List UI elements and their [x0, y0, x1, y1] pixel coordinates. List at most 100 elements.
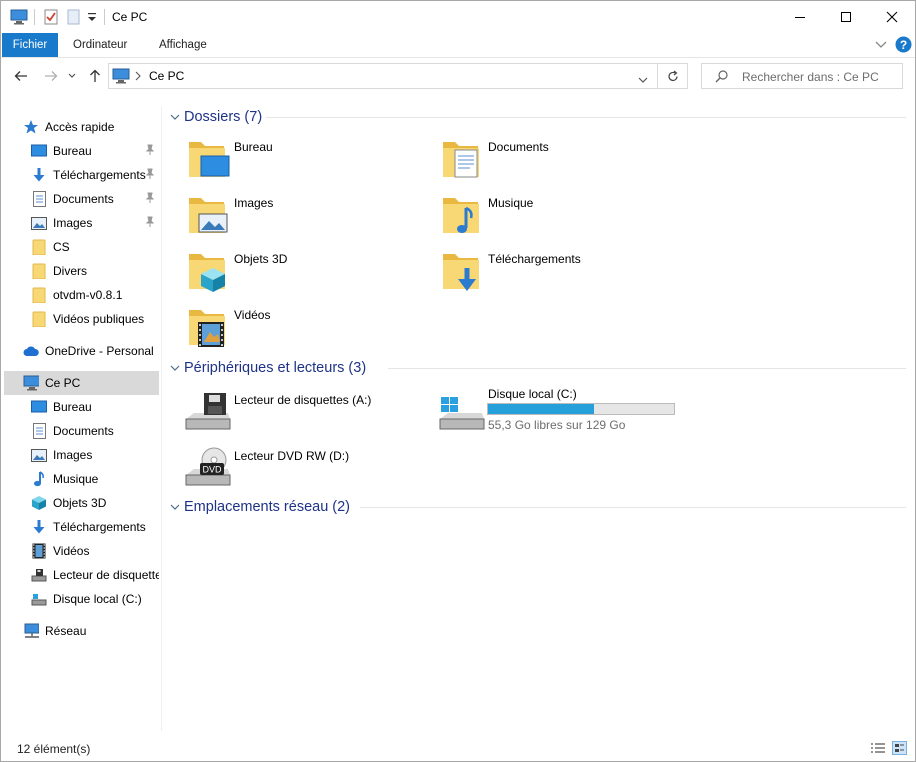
sidebar-item-lecteur-disquettes[interactable]: Lecteur de disquettes (A:)	[31, 563, 159, 587]
chevron-down-icon	[170, 500, 182, 514]
title-divider	[34, 9, 35, 25]
pin-icon[interactable]	[144, 144, 156, 159]
recent-locations-button[interactable]	[65, 66, 79, 86]
group-title: Dossiers (7)	[184, 109, 263, 125]
tab-ordinateur[interactable]: Ordinateur	[73, 33, 127, 57]
svg-text:?: ?	[900, 38, 907, 52]
search-box[interactable]: Rechercher dans : Ce PC	[701, 63, 903, 89]
title-divider	[104, 9, 105, 25]
pin-icon[interactable]	[144, 168, 156, 183]
sidebar-item-onedrive[interactable]: OneDrive - Personal	[23, 339, 159, 363]
drive-usage-fill	[488, 404, 595, 414]
back-button[interactable]	[11, 66, 31, 86]
group-header-peripheriques[interactable]: Périphériques et lecteurs (3)	[170, 357, 910, 379]
sidebar-item-videos[interactable]: Vidéos	[31, 539, 159, 563]
sidebar-item-bureau-pinned[interactable]: Bureau	[31, 139, 159, 163]
tab-affichage[interactable]: Affichage	[159, 33, 207, 57]
properties-check-icon[interactable]	[43, 9, 59, 28]
sidebar-item-telechargements[interactable]: Téléchargements	[31, 515, 159, 539]
sidebar-item-otvdm[interactable]: otvdm-v0.8.1	[31, 283, 159, 307]
picture-icon	[31, 215, 47, 231]
quick-access-dropdown-icon[interactable]	[87, 11, 97, 26]
folder-tile-telechargements[interactable]: Téléchargements	[438, 248, 688, 298]
hard-drive-icon	[31, 591, 47, 607]
sidebar-item-bureau[interactable]: Bureau	[31, 395, 159, 419]
downloads-folder-icon	[443, 254, 479, 291]
document-icon	[31, 423, 47, 439]
folder-icon	[31, 311, 47, 327]
maximize-button[interactable]	[823, 1, 869, 33]
sidebar-item-cs[interactable]: CS	[31, 235, 159, 259]
chevron-down-icon	[68, 73, 76, 78]
chevron-down-icon	[170, 110, 182, 124]
close-button[interactable]	[869, 1, 915, 33]
dvd-drive-icon: DVD	[185, 447, 231, 486]
computer-icon[interactable]	[10, 9, 28, 28]
film-icon	[31, 543, 47, 559]
folder-tile-videos[interactable]: Vidéos	[184, 304, 434, 354]
tab-fichier[interactable]: Fichier	[2, 33, 58, 57]
folder-tile-images[interactable]: Images	[184, 192, 434, 242]
folder-icon	[31, 287, 47, 303]
drive-free-space: 55,3 Go libres sur 129 Go	[488, 418, 626, 432]
sidebar-item-disque-local[interactable]: Disque local (C:)	[31, 587, 159, 611]
group-divider	[266, 117, 906, 118]
new-folder-icon[interactable]	[67, 9, 81, 28]
folder-tile-musique[interactable]: Musique	[438, 192, 688, 242]
desktop-folder-icon	[189, 142, 230, 177]
address-bar[interactable]: Ce PC	[108, 63, 658, 89]
sidebar-item-ce-pc[interactable]: Ce PC	[4, 371, 159, 395]
address-history-chevron-icon[interactable]	[638, 73, 648, 87]
sidebar-item-objets-3d[interactable]: Objets 3D	[31, 491, 159, 515]
drive-tile-lecteur-dvd[interactable]: DVD Lecteur DVD RW (D:)	[184, 445, 434, 495]
floppy-drive-icon	[31, 567, 47, 583]
navigation-pane: Accès rapide Bureau Téléchargements Docu…	[1, 106, 162, 731]
drive-usage-bar	[487, 403, 675, 415]
drive-name: Disque local (C:)	[488, 387, 577, 401]
desktop-icon	[31, 399, 47, 415]
breadcrumb-chevron-icon[interactable]	[135, 70, 141, 84]
group-title: Emplacements réseau (2)	[184, 499, 351, 515]
breadcrumb-ce-pc[interactable]: Ce PC	[149, 69, 184, 83]
refresh-icon	[667, 70, 678, 81]
forward-arrow-icon	[45, 71, 58, 81]
cloud-icon	[23, 343, 39, 359]
pin-icon[interactable]	[144, 192, 156, 207]
picture-icon	[31, 447, 47, 463]
group-header-reseau[interactable]: Emplacements réseau (2)	[170, 496, 910, 518]
folder-tile-documents[interactable]: Documents	[438, 136, 688, 186]
videos-folder-icon	[189, 310, 225, 347]
folder-tile-objets-3d[interactable]: Objets 3D	[184, 248, 434, 298]
sidebar-item-musique[interactable]: Musique	[31, 467, 159, 491]
details-view-icon[interactable]	[870, 742, 886, 758]
drive-tile-lecteur-disquettes[interactable]: Lecteur de disquettes (A:)	[184, 389, 434, 439]
sidebar-item-documents-pinned[interactable]: Documents	[31, 187, 159, 211]
back-arrow-icon	[14, 71, 27, 81]
tiles-view-icon[interactable]	[892, 741, 907, 755]
sidebar-item-documents[interactable]: Documents	[31, 419, 159, 443]
ribbon-bar: Fichier Ordinateur Affichage ?	[1, 33, 915, 58]
sidebar-item-telechargements-pinned[interactable]: Téléchargements	[31, 163, 159, 187]
sidebar-item-images-pinned[interactable]: Images	[31, 211, 159, 235]
group-header-dossiers[interactable]: Dossiers (7)	[170, 106, 910, 128]
sidebar-item-divers[interactable]: Divers	[31, 259, 159, 283]
sidebar-item-images[interactable]: Images	[31, 443, 159, 467]
star-icon	[23, 119, 39, 135]
forward-button[interactable]	[41, 66, 61, 86]
help-icon[interactable]: ?	[895, 36, 912, 56]
sidebar-item-reseau[interactable]: Réseau	[23, 619, 159, 643]
content-pane: Dossiers (7) Bureau Documents Images Mus…	[162, 106, 914, 731]
minimize-button[interactable]	[777, 1, 823, 33]
folder-tile-bureau[interactable]: Bureau	[184, 136, 434, 186]
search-icon	[715, 70, 728, 86]
up-button[interactable]	[85, 66, 105, 86]
search-input[interactable]: Rechercher dans : Ce PC	[742, 70, 879, 84]
up-arrow-icon	[90, 69, 100, 82]
sidebar-item-videos-publiques[interactable]: Vidéos publiques	[31, 307, 159, 331]
group-title: Périphériques et lecteurs (3)	[184, 360, 367, 376]
folder-icon	[31, 239, 47, 255]
sidebar-item-quick-access[interactable]: Accès rapide	[23, 115, 159, 139]
refresh-button[interactable]	[658, 63, 688, 89]
expand-ribbon-chevron-icon[interactable]	[875, 39, 887, 53]
pin-icon[interactable]	[144, 216, 156, 231]
